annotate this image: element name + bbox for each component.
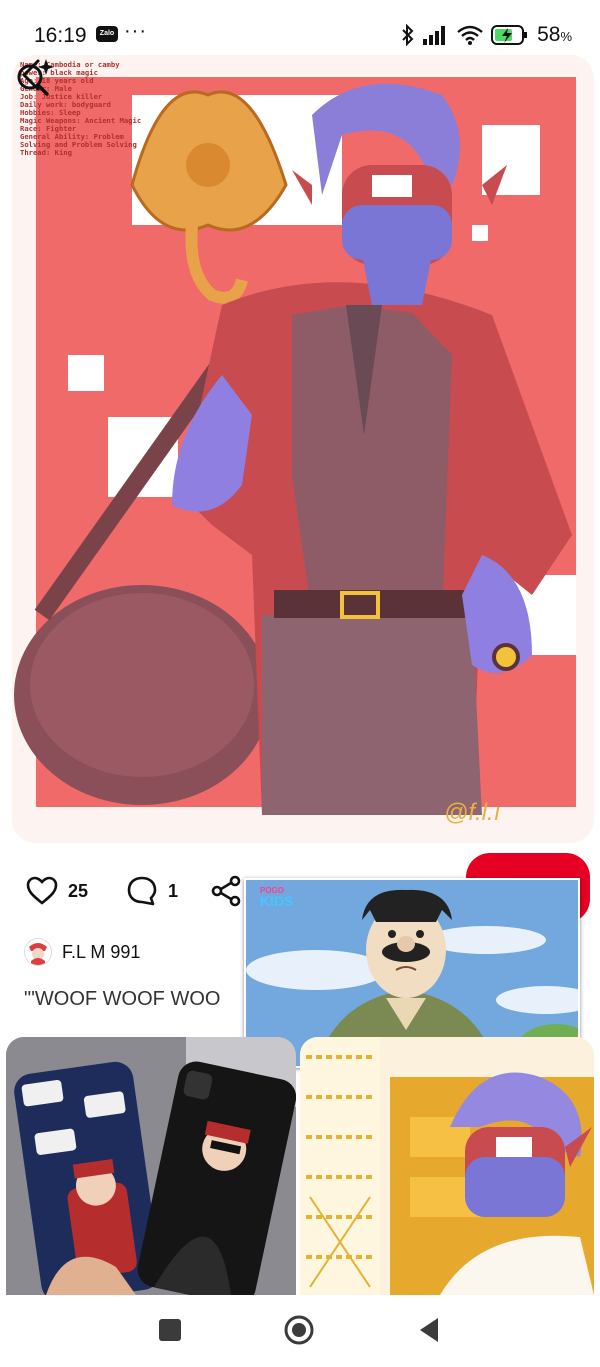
related-pin-image (300, 1037, 594, 1295)
pin-description: "'WOOF WOOF WOO (24, 988, 221, 1010)
share-icon (211, 875, 241, 907)
clock: 16:19 (34, 24, 87, 47)
bluetooth-icon (402, 24, 414, 46)
lens-search-icon[interactable] (12, 55, 56, 99)
battery-icon (491, 25, 528, 45)
zalo-notification-icon: Zalo (96, 26, 118, 42)
signal-icon (423, 26, 446, 45)
nav-back-triangle-icon[interactable] (414, 1314, 446, 1346)
related-pin-phone-cases[interactable] (6, 1037, 296, 1295)
share-button[interactable] (210, 868, 242, 914)
battery-percent: 58% (537, 23, 572, 46)
comment-button[interactable]: 1 (126, 868, 178, 914)
related-pin-image (6, 1037, 296, 1295)
avatar (24, 938, 52, 966)
comment-bubble-icon (127, 876, 157, 906)
heart-icon (26, 876, 58, 905)
nav-home-circle-icon[interactable] (283, 1314, 315, 1346)
sheet-line: Thread: King (20, 148, 72, 157)
author-name: F.L M 991 (62, 941, 141, 962)
like-count: 25 (68, 880, 89, 901)
more-notifications-indicator: ··· (124, 20, 147, 42)
status-bar: 16:19 Zalo ··· 58% (0, 0, 600, 60)
pin-image[interactable]: Name: Cambodia or camby power: black mag… (12, 55, 594, 843)
channel-logo: POGO KIDS (260, 886, 294, 909)
comment-count: 1 (168, 880, 179, 901)
pin-author[interactable]: F.L M 991 (24, 936, 140, 968)
system-nav-bar (0, 1296, 600, 1367)
nav-recents-square-icon[interactable] (154, 1314, 186, 1346)
like-button[interactable]: 25 (26, 868, 88, 914)
artist-watermark: @f.l.ı (444, 799, 501, 826)
related-pin-cambodia-art[interactable] (300, 1037, 594, 1295)
wifi-icon (457, 25, 483, 45)
pin-artwork (12, 55, 594, 843)
